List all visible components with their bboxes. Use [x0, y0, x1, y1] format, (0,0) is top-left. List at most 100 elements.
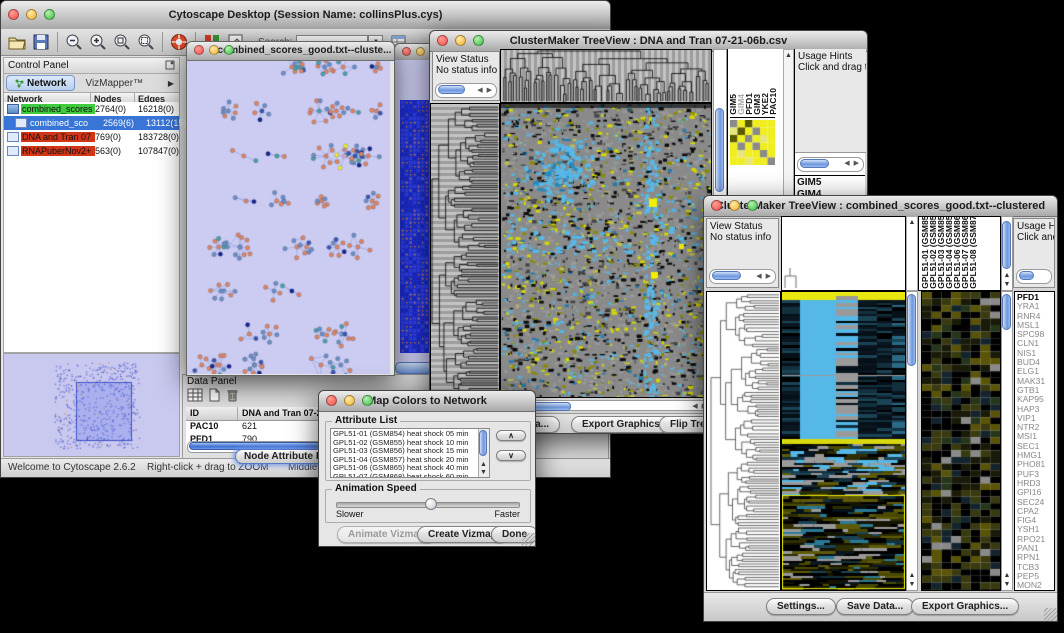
dense-network-grid[interactable] — [400, 100, 430, 353]
zoom-window-icon[interactable] — [747, 200, 758, 211]
col-id[interactable]: ID — [186, 407, 238, 420]
scroll-left-icon[interactable]: ◀ — [756, 273, 762, 280]
zoom-fit-icon[interactable] — [136, 32, 156, 52]
tv1-usage-scrollbar[interactable]: ◀ ▶ — [797, 157, 864, 172]
tv2-save-data-button[interactable]: Save Data... — [836, 598, 914, 615]
zoom-window-icon[interactable] — [473, 35, 484, 46]
main-titlebar[interactable]: Cytoscape Desktop (Session Name: collins… — [1, 1, 610, 30]
network-list-row[interactable]: DNA and Tran 07769(0)183728(0) — [4, 130, 179, 144]
tv2-column-dendrogram[interactable] — [781, 216, 906, 291]
dialog-titlebar[interactable]: Map Colors to Network — [319, 391, 535, 412]
zoom-out-icon[interactable] — [64, 32, 84, 52]
scroll-right-icon[interactable]: ▶ — [766, 273, 772, 280]
tv2-status-scrollbar[interactable]: ◀ ▶ — [709, 269, 776, 284]
tv2-heatmap[interactable] — [781, 291, 906, 591]
scroll-left-icon[interactable]: ◀ — [844, 160, 850, 167]
vscroll-thumb[interactable] — [715, 108, 724, 192]
minimize-icon[interactable] — [209, 45, 219, 55]
tab-vizmapper[interactable]: VizMapper™ — [77, 78, 151, 89]
scroll-thumb[interactable] — [1019, 271, 1034, 280]
window-controls[interactable] — [437, 35, 484, 46]
scroll-thumb[interactable] — [800, 159, 829, 168]
scroll-down-icon[interactable]: ▼ — [1004, 581, 1011, 588]
minimize-icon[interactable] — [344, 395, 355, 406]
tv2-col-scroll-strip[interactable]: ▲ — [906, 216, 918, 291]
zoom-window-icon[interactable] — [44, 9, 55, 20]
scroll-down-icon[interactable]: ▼ — [480, 469, 487, 476]
scroll-up-icon[interactable]: ▲ — [480, 461, 487, 468]
birdseye-canvas[interactable] — [4, 354, 179, 456]
scroll-up-icon[interactable]: ▲ — [1004, 272, 1011, 279]
close-icon[interactable] — [194, 45, 204, 55]
vscroll-thumb[interactable] — [907, 294, 916, 366]
close-icon[interactable] — [437, 35, 448, 46]
network-list-row[interactable]: RNAPuberNov2+563(0)107847(0) — [4, 144, 179, 158]
scroll-up-icon[interactable]: ▲ — [1004, 572, 1011, 579]
tv2-usage-scrollbar[interactable] — [1016, 269, 1052, 284]
new-attribute-icon[interactable] — [207, 388, 221, 402]
window-controls[interactable] — [8, 9, 55, 20]
scroll-thumb[interactable] — [438, 85, 465, 94]
vscroll-arrows[interactable]: ▲▼ — [1002, 271, 1012, 289]
vscroll-thumb[interactable] — [1002, 294, 1011, 330]
network-list-row[interactable]: combined_sco2569(6)13112(15) — [4, 116, 179, 130]
scroll-left-icon[interactable]: ◀ — [477, 87, 483, 94]
tv2-export-graphics-button[interactable]: Export Graphics... — [911, 598, 1019, 615]
open-session-icon[interactable] — [7, 32, 27, 52]
zoom-window-icon[interactable] — [362, 395, 373, 406]
vscroll-arrows[interactable]: ▲▼ — [907, 571, 917, 589]
minimize-icon[interactable] — [455, 35, 466, 46]
attribute-listbox[interactable]: GPL51-01 (GSM854) heat shock 05 minGPL51… — [330, 428, 490, 478]
network-list-row[interactable]: combined_scores2764(0)16218(0) — [4, 102, 179, 116]
tv2-row-dendrogram[interactable] — [706, 291, 781, 591]
scroll-up-icon[interactable]: ▲ — [909, 572, 916, 579]
network-window-1-titlebar[interactable]: combined_scores_good.txt--cluste... — [187, 42, 394, 61]
vscroll-thumb[interactable] — [479, 430, 487, 456]
network-canvas-1[interactable] — [187, 61, 390, 374]
scroll-arrows[interactable]: ◀ ▶ — [756, 271, 772, 282]
window-controls[interactable] — [711, 200, 758, 211]
tv1-row-dendrogram[interactable] — [430, 103, 500, 398]
scroll-arrows[interactable]: ◀ ▶ — [844, 159, 860, 167]
vscroll-arrows[interactable]: ▲▼ — [1002, 571, 1012, 589]
hscroll-thumb[interactable] — [395, 362, 433, 374]
close-icon[interactable] — [402, 47, 411, 56]
vscroll-arrows[interactable]: ▲▼ — [479, 461, 488, 477]
minimize-icon[interactable] — [26, 9, 37, 20]
move-down-button[interactable]: ∨ — [496, 450, 526, 461]
scroll-up-icon[interactable]: ▲ — [907, 218, 917, 227]
zoom-selected-icon[interactable] — [112, 32, 132, 52]
scroll-right-icon[interactable]: ▶ — [854, 160, 860, 167]
tv2-zoom-heatmap[interactable] — [921, 291, 1001, 591]
scroll-up-icon[interactable]: ▲ — [784, 51, 793, 60]
close-icon[interactable] — [326, 395, 337, 406]
tv1-heatmap[interactable] — [500, 103, 712, 398]
tv2-genes-vscrollbar[interactable]: ▲▼ — [1001, 291, 1013, 591]
tv2-labels-vscrollbar[interactable]: ▲▼ — [1001, 216, 1013, 291]
close-icon[interactable] — [711, 200, 722, 211]
scroll-right-icon[interactable]: ▶ — [487, 87, 493, 94]
tv1-status-scrollbar[interactable]: ◀ ▶ — [435, 83, 497, 98]
slider-thumb[interactable] — [425, 498, 437, 510]
window-controls[interactable] — [326, 395, 373, 406]
resize-grip[interactable] — [522, 533, 535, 546]
zoom-in-icon[interactable] — [88, 32, 108, 52]
tv1-zoom-matrix[interactable] — [730, 117, 775, 165]
scroll-down-icon[interactable]: ▼ — [909, 581, 916, 588]
vscroll-thumb[interactable] — [1002, 221, 1011, 269]
save-session-icon[interactable] — [31, 32, 51, 52]
tv2-settings-button[interactable]: Settings... — [766, 598, 836, 615]
scroll-thumb[interactable] — [712, 271, 741, 280]
scroll-left-icon[interactable]: ◀ — [692, 403, 698, 410]
float-panel-icon[interactable] — [165, 60, 175, 70]
attr-vscrollbar[interactable]: ▲▼ — [478, 429, 489, 477]
delete-attribute-icon[interactable] — [225, 388, 239, 402]
minimize-icon[interactable] — [416, 47, 425, 56]
zoom-window-icon[interactable] — [224, 45, 234, 55]
treeview2-titlebar[interactable]: ClusterMaker TreeView : combined_scores_… — [704, 196, 1057, 217]
close-icon[interactable] — [8, 9, 19, 20]
tab-network[interactable]: Network — [6, 75, 75, 91]
animation-speed-slider[interactable] — [336, 502, 520, 508]
move-up-button[interactable]: ∧ — [496, 430, 526, 441]
window-controls[interactable] — [194, 45, 234, 55]
